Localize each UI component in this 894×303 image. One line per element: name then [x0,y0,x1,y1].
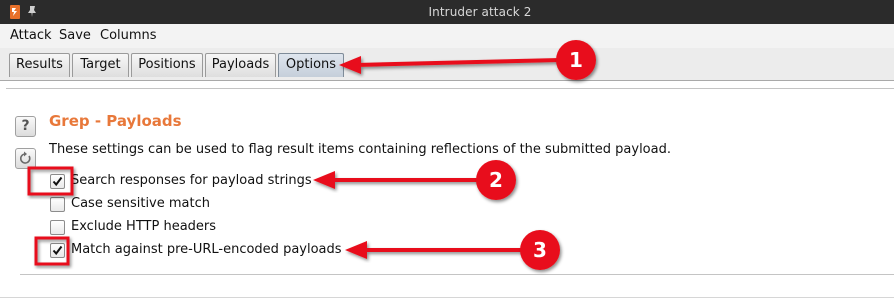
tab-results[interactable]: Results [9,53,70,77]
search-responses-label: Search responses for payload strings [71,173,312,188]
section-divider-bottom [20,274,894,275]
tab-payloads[interactable]: Payloads [205,53,276,77]
title-bar: Intruder attack 2 [0,0,894,24]
tab-positions[interactable]: Positions [131,53,203,77]
match-pre-encoded-label: Match against pre-URL-encoded payloads [71,242,342,257]
check-icon [52,176,63,187]
window-title: Intruder attack 2 [428,5,532,19]
help-button[interactable]: ? [15,116,36,137]
help-icon: ? [21,118,30,134]
section-description: These settings can be used to flag resul… [49,142,671,157]
tab-options[interactable]: Options [278,53,344,77]
intruder-window: Intruder attack 2 Attack Save Columns Re… [0,0,894,303]
menu-save[interactable]: Save [59,28,91,43]
match-pre-encoded-checkbox[interactable] [50,243,65,258]
restore-icon [19,151,31,164]
tab-strip: Results Target Positions Payloads Option… [0,48,894,81]
section-divider-top [6,88,894,89]
menu-columns[interactable]: Columns [100,28,157,43]
menu-attack[interactable]: Attack [10,28,52,43]
search-responses-checkbox[interactable] [50,174,65,189]
check-icon [52,245,63,256]
tab-target[interactable]: Target [72,53,129,77]
section-title: Grep - Payloads [49,112,182,130]
restore-defaults-button[interactable] [15,148,36,169]
case-sensitive-label: Case sensitive match [71,196,210,211]
exclude-headers-label: Exclude HTTP headers [71,219,217,234]
panel-bottom-edge [0,297,894,298]
menu-bar: Attack Save Columns [0,24,894,48]
options-panel: ? Grep - Payloads These settings can be … [0,82,894,303]
case-sensitive-checkbox[interactable] [50,197,65,212]
exclude-headers-checkbox[interactable] [50,220,65,235]
